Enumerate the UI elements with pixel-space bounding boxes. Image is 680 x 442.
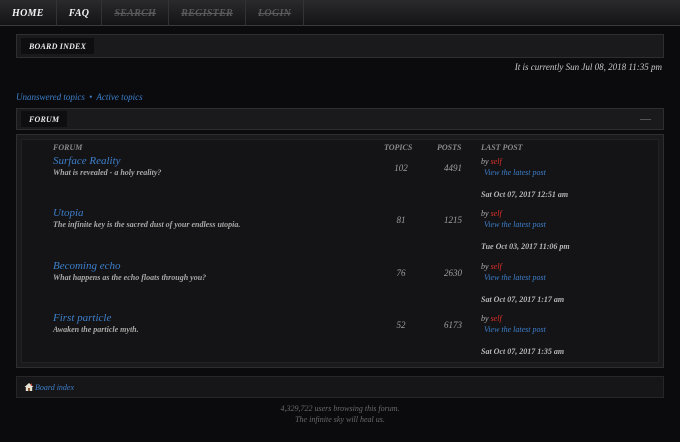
breadcrumb-board-index[interactable]: BOARD INDEX [21,38,95,54]
forum-topics-count: 102 [394,163,408,173]
by-label: by [481,157,489,166]
forum-row: Becoming echo What happens as the echo f… [21,258,659,310]
forum-posts-count: 1215 [444,215,462,225]
nav-search[interactable]: SEARCH [102,0,170,26]
last-post-author-link[interactable]: self [491,157,502,166]
footer-tagline: The infinite sky will heal us. [295,415,385,424]
unanswered-topics-link[interactable]: Unanswered topics [16,92,85,102]
users-browsing-stat: 4,329,722 users browsing this forum. [280,404,400,413]
forum-topics-count: 76 [396,268,406,278]
view-latest-post-link[interactable]: View the latest post [484,168,546,177]
forum-title-link[interactable]: Becoming echo [53,260,121,272]
view-latest-post-link[interactable]: View the latest post [484,273,546,282]
last-post-time: Sat Oct 07, 2017 1:35 am [481,347,565,356]
last-post-author-link[interactable]: self [491,314,502,323]
forum-description: What is revealed - a holy reality? [53,168,162,177]
breadcrumb-bar: BOARD INDEX [16,34,664,58]
header-forum: FORUM [53,143,83,152]
collapse-icon[interactable]: — [640,113,651,125]
forum-topics-count: 81 [396,215,406,225]
forum-description: What happens as the echo floats through … [53,273,207,282]
last-post-by: by self [481,314,502,323]
by-label: by [481,262,489,271]
forum-title-link[interactable]: First particle [53,312,111,324]
last-post-by: by self [481,157,502,166]
last-post-author-link[interactable]: self [491,209,502,218]
by-label: by [481,209,489,218]
nav-faq[interactable]: FAQ [57,0,103,26]
forum-description: Awaken the particle myth. [53,325,139,334]
forum-description: The infinite key is the sacred dust of y… [53,220,241,229]
last-post-author-link[interactable]: self [491,262,502,271]
forum-posts-count: 6173 [444,320,462,330]
forum-title-link[interactable]: Utopia [53,207,84,219]
forum-section-bar: FORUM — [16,108,664,130]
last-post-time: Sat Oct 07, 2017 1:17 am [481,295,565,304]
last-post-time: Tue Oct 03, 2017 11:06 pm [481,242,570,251]
forum-posts-count: 4491 [444,163,462,173]
header-topics: TOPICS [384,143,413,152]
forum-row: Utopia The infinite key is the sacred du… [21,205,659,257]
current-datetime: It is currently Sun Jul 08, 2018 11:35 p… [514,62,662,72]
active-topics-link[interactable]: Active topics [96,92,142,102]
forum-row: First particle Awaken the particle myth.… [21,310,659,362]
home-icon[interactable] [24,382,34,392]
quick-links: Unanswered topics • Active topics [16,92,143,102]
last-post-by: by self [481,262,502,271]
last-post-time: Sat Oct 07, 2017 12:51 am [481,190,569,199]
nav-register[interactable]: REGISTER [169,0,247,26]
footer-breadcrumb-bar: Board index [16,376,664,398]
forum-section-title: FORUM [21,111,68,127]
nav-login[interactable]: LOGIN [246,0,305,26]
header-last-post: LAST POST [481,143,523,152]
footer-board-index-link[interactable]: Board index [35,383,74,392]
view-latest-post-link[interactable]: View the latest post [484,220,546,229]
header-posts: POSTS [437,143,462,152]
last-post-by: by self [481,209,502,218]
link-separator: • [89,92,93,102]
view-latest-post-link[interactable]: View the latest post [484,325,546,334]
forum-topics-count: 52 [396,320,406,330]
by-label: by [481,314,489,323]
forum-row: Surface Reality What is revealed - a hol… [21,153,659,205]
forum-title-link[interactable]: Surface Reality [53,155,121,167]
nav-home[interactable]: HOME [0,0,57,26]
forum-posts-count: 2630 [444,268,462,278]
top-navigation: HOME FAQ SEARCH REGISTER LOGIN [0,0,680,26]
